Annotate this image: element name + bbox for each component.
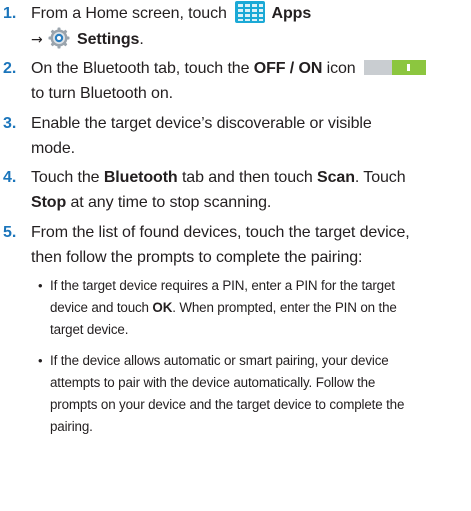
step-line: then follow the prompts to complete the … (31, 249, 363, 266)
bullet-line: device and touch OK. When prompted, ente… (50, 297, 470, 319)
bluetooth-label: Bluetooth (103, 169, 178, 186)
step-text-suffix: . Touch (354, 169, 406, 186)
bullet-dot: • (38, 353, 43, 368)
step-text: From a Home screen, touch Apps → Setting… (31, 1, 467, 51)
step-text-suffix: at any time to stop scanning. (66, 194, 272, 211)
bullet-text-prefix: device and touch (50, 300, 153, 315)
step-text-prefix: From a Home screen, touch (31, 5, 232, 22)
arrow-icon: → (31, 32, 43, 48)
bullet-text: If the device allows automatic or smart … (50, 350, 470, 438)
stop-label: Stop (31, 194, 67, 211)
step-line: Stop at any time to stop scanning. (31, 190, 467, 215)
step-number: 2. (3, 60, 17, 77)
off-on-label: OFF / ON (253, 60, 323, 77)
step-number: 1. (3, 5, 17, 22)
step-line: Touch the Bluetooth tab and then touch S… (31, 165, 467, 190)
step-line: On the Bluetooth tab, touch the OFF / ON… (31, 56, 467, 81)
step-line: → Settings. (31, 26, 467, 51)
step-line: From the list of found devices, touch th… (31, 224, 410, 241)
step-text: From the list of found devices, touch th… (31, 220, 467, 270)
bullet-line: If the device allows automatic or smart … (50, 353, 389, 368)
step-number: 4. (3, 169, 17, 186)
step-text-prefix: Touch the (31, 169, 104, 186)
step-line: mode. (31, 140, 75, 157)
step-text: On the Bluetooth tab, touch the OFF / ON… (31, 56, 467, 106)
bullet-dot: • (38, 278, 43, 293)
bullet-line: target device. (50, 322, 129, 337)
step-text-prefix: On the Bluetooth tab, touch the (31, 60, 254, 77)
step-text: Touch the Bluetooth tab and then touch S… (31, 165, 467, 215)
off-on-toggle-icon (363, 58, 426, 75)
step-text-suffix: icon (322, 60, 356, 77)
step-text-middle: tab and then touch (177, 169, 318, 186)
apps-label: Apps (271, 5, 312, 22)
bullet-text: If the target device requires a PIN, ent… (50, 275, 470, 341)
apps-grid-icon (235, 1, 266, 23)
instruction-page: 1. From a Home screen, touch Apps → Sett… (0, 0, 471, 511)
step-number: 5. (3, 224, 17, 241)
bullet-line: prompts on your device and the target de… (50, 397, 405, 412)
step-text-suffix: . (139, 31, 144, 48)
bullet-line: If the target device requires a PIN, ent… (50, 278, 395, 293)
settings-gear-icon (47, 26, 71, 50)
step-line: to turn Bluetooth on. (31, 85, 174, 102)
step-line: From a Home screen, touch Apps (31, 1, 467, 26)
bullet-line: attempts to pair with the device automat… (50, 375, 376, 390)
step-line: Enable the target device’s discoverable … (31, 115, 372, 132)
bullet-text-suffix: . When prompted, enter the PIN on the (172, 300, 397, 315)
settings-label: Settings (77, 31, 140, 48)
step-number: 3. (3, 115, 17, 132)
scan-label: Scan (317, 169, 355, 186)
ok-label: OK (152, 300, 173, 315)
step-text: Enable the target device’s discoverable … (31, 111, 467, 161)
bullet-line: pairing. (50, 419, 93, 434)
